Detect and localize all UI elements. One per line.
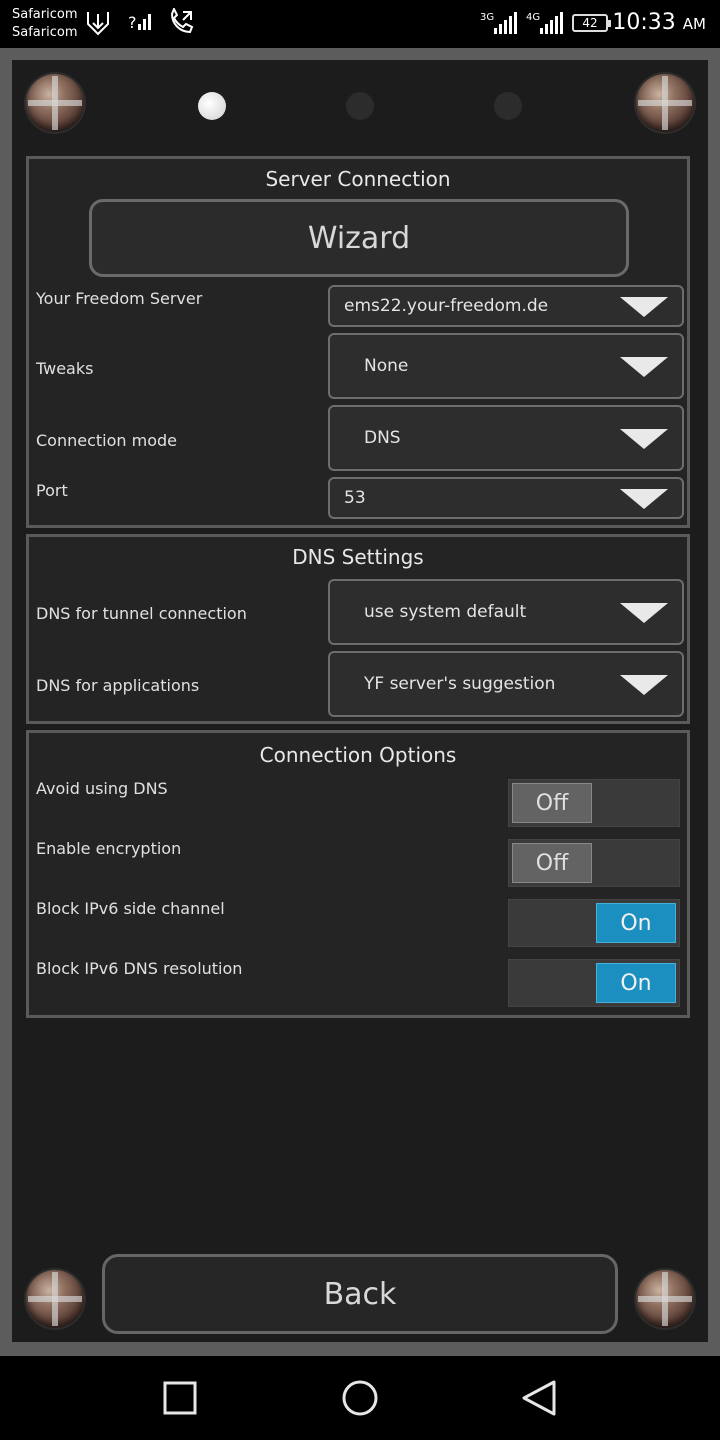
page-indicator-3[interactable]: [494, 92, 522, 120]
section-title: DNS Settings: [292, 545, 424, 569]
toggle-state: On: [596, 963, 676, 1003]
toggle-state: Off: [512, 843, 592, 883]
recents-icon[interactable]: [162, 1380, 198, 1416]
screw-bottom-left-icon: [26, 1270, 84, 1328]
page-indicator-1[interactable]: [198, 92, 226, 120]
toggle-state: On: [596, 903, 676, 943]
dropdown-value: 53: [344, 488, 366, 508]
dropdown-value: ems22.your-freedom.de: [344, 296, 549, 316]
encryption-label: Enable encryption: [36, 839, 182, 858]
chevron-down-icon: [620, 675, 668, 695]
tweaks-dropdown[interactable]: None: [328, 333, 684, 399]
dns-apps-dropdown[interactable]: YF server's suggestion: [328, 651, 684, 717]
battery-icon: 42: [572, 14, 611, 32]
dns-tunnel-dropdown[interactable]: use system default: [328, 579, 684, 645]
freedom-server-dropdown[interactable]: ems22.your-freedom.de: [328, 285, 684, 327]
freedom-server-label: Your Freedom Server: [36, 289, 203, 308]
back-nav-icon[interactable]: [520, 1380, 560, 1420]
ipv6-side-channel-toggle[interactable]: On: [508, 899, 680, 947]
chevron-down-icon: [620, 603, 668, 623]
connection-options-section: Connection Options Avoid using DNS Off E…: [26, 730, 690, 1018]
dns-settings-section: DNS Settings DNS for tunnel connection u…: [26, 534, 690, 724]
connection-mode-dropdown[interactable]: DNS: [328, 405, 684, 471]
carrier-names: Safaricom Safaricom: [12, 6, 77, 42]
section-title: Server Connection: [265, 167, 451, 191]
encryption-toggle[interactable]: Off: [508, 839, 680, 887]
avoid-dns-label: Avoid using DNS: [36, 779, 168, 798]
chevron-down-icon: [620, 297, 668, 317]
status-bar: Safaricom Safaricom ? 3G 4G 42 10:33 AM: [0, 0, 720, 48]
signal-4g-icon: 4G: [526, 12, 563, 34]
carrier-2: Safaricom: [12, 25, 78, 40]
clock-ampm: AM: [682, 15, 706, 33]
app-frame: Server Connection Wizard Your Freedom Se…: [0, 48, 720, 1356]
screw-top-right-icon: [636, 74, 694, 132]
svg-text:4G: 4G: [526, 12, 540, 23]
wizard-button[interactable]: Wizard: [89, 199, 629, 277]
dns-tunnel-label: DNS for tunnel connection: [36, 604, 247, 623]
screw-top-left-icon: [26, 74, 84, 132]
settings-panel: Server Connection Wizard Your Freedom Se…: [12, 60, 708, 1342]
svg-text:?: ?: [128, 13, 137, 32]
avoid-dns-toggle[interactable]: Off: [508, 779, 680, 827]
carrier-1: Safaricom: [12, 7, 78, 22]
tweaks-label: Tweaks: [36, 359, 94, 378]
home-icon[interactable]: [340, 1380, 380, 1420]
signal-3g-icon: 3G: [480, 12, 517, 34]
port-label: Port: [36, 481, 68, 500]
dns-apps-label: DNS for applications: [36, 676, 200, 695]
chevron-down-icon: [620, 489, 668, 509]
navigation-bar: [0, 1356, 720, 1440]
section-title: Connection Options: [259, 743, 457, 767]
clock-time: 10:33: [612, 10, 676, 35]
port-dropdown[interactable]: 53: [328, 477, 684, 519]
call-forward-icon: [170, 8, 194, 34]
toggle-state: Off: [512, 783, 592, 823]
server-connection-section: Server Connection Wizard Your Freedom Se…: [26, 156, 690, 528]
signal-unknown-icon: ?: [128, 13, 151, 32]
back-button[interactable]: Back: [102, 1254, 618, 1334]
ipv6-side-channel-label: Block IPv6 side channel: [36, 899, 225, 918]
dropdown-value: YF server's suggestion: [364, 674, 556, 694]
dropdown-value: use system default: [364, 602, 527, 622]
ipv6-dns-label: Block IPv6 DNS resolution: [36, 959, 243, 978]
svg-text:3G: 3G: [480, 12, 494, 23]
clock: 10:33 AM: [612, 10, 706, 35]
download-shield-icon: [87, 12, 109, 36]
screw-bottom-right-icon: [636, 1270, 694, 1328]
chevron-down-icon: [620, 429, 668, 449]
chevron-down-icon: [620, 357, 668, 377]
ipv6-dns-toggle[interactable]: On: [508, 959, 680, 1007]
page-indicator-2[interactable]: [346, 92, 374, 120]
dropdown-value: None: [364, 356, 409, 376]
connection-mode-label: Connection mode: [36, 431, 177, 450]
dropdown-value: DNS: [364, 428, 401, 448]
